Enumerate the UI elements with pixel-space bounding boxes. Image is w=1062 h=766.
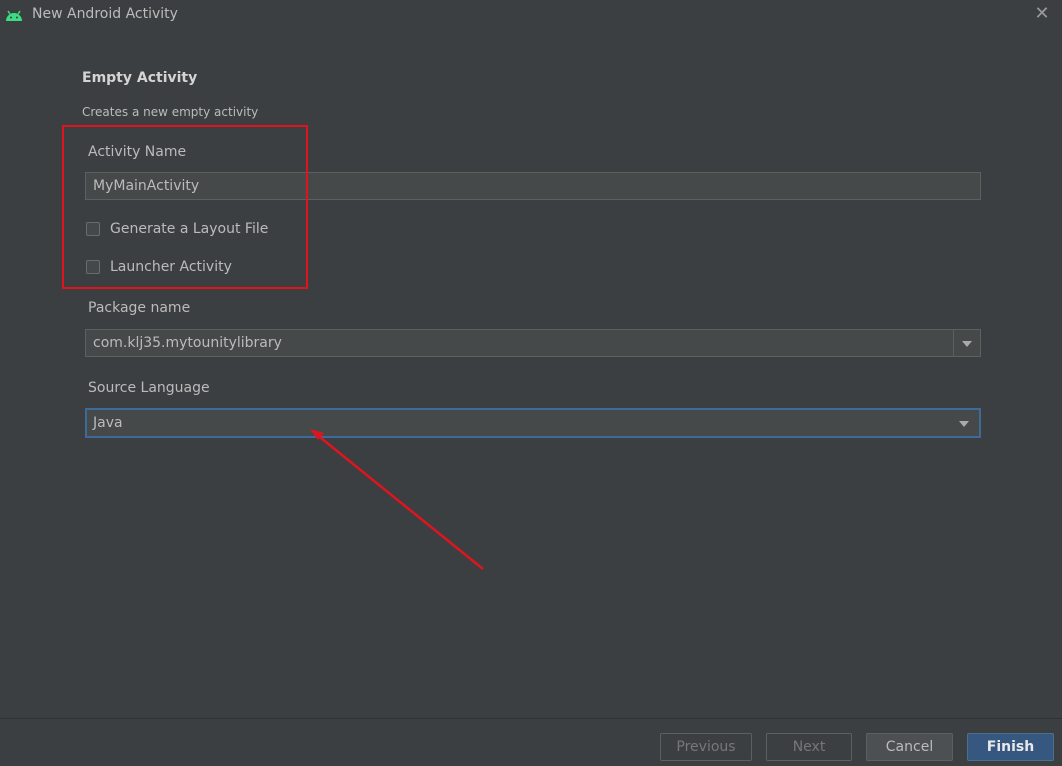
chevron-down-icon [962, 341, 972, 347]
chevron-down-icon [959, 421, 969, 427]
source-language-dropdown-button[interactable] [953, 410, 979, 436]
annotation-highlight-box [62, 125, 308, 289]
new-activity-dialog: New Android Activity ✕ Empty Activity Cr… [0, 0, 1062, 766]
previous-button[interactable]: Previous [660, 733, 752, 761]
cancel-button[interactable]: Cancel [866, 733, 953, 761]
package-name-dropdown-button[interactable] [953, 330, 980, 356]
source-language-value: Java [93, 415, 123, 431]
finish-button[interactable]: Finish [967, 733, 1054, 761]
package-name-value: com.klj35.mytounitylibrary [93, 335, 282, 351]
source-language-select[interactable]: Java [85, 408, 981, 438]
package-name-combobox[interactable]: com.klj35.mytounitylibrary [85, 329, 981, 357]
next-button[interactable]: Next [766, 733, 852, 761]
package-name-label: Package name [88, 300, 191, 316]
close-icon[interactable]: ✕ [1032, 4, 1052, 24]
android-icon [6, 10, 22, 21]
page-title: Empty Activity [82, 70, 198, 86]
title-bar: New Android Activity ✕ [0, 0, 1062, 30]
source-language-label: Source Language [88, 380, 210, 396]
window-title: New Android Activity [32, 6, 178, 22]
page-subtitle: Creates a new empty activity [82, 105, 259, 119]
footer-divider [0, 718, 1062, 719]
